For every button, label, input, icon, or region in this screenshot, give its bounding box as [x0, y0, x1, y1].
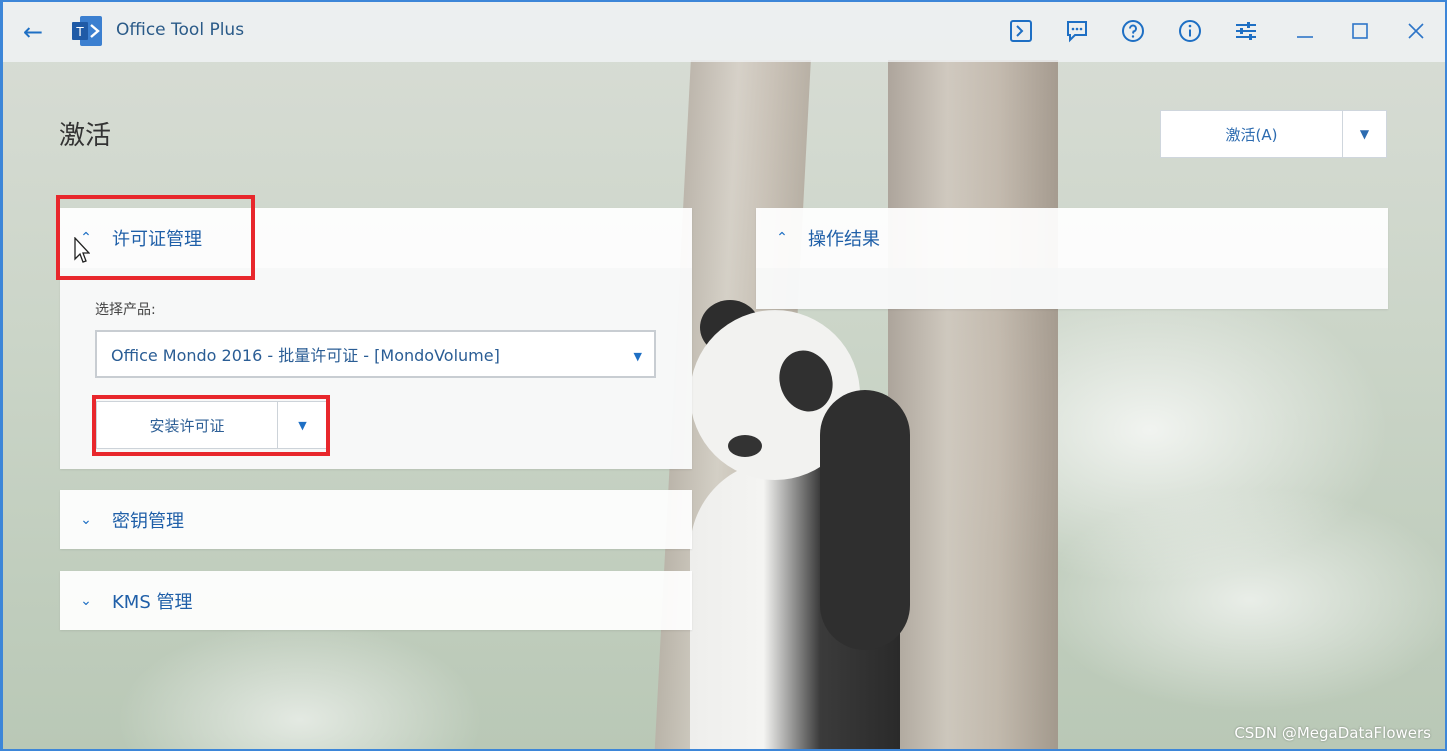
chevron-down-icon: ⌄ [80, 592, 92, 609]
license-management-panel: ⌃ 许可证管理 选择产品: Office Mondo 2016 - 批量许可证 … [60, 208, 692, 469]
product-select-value: Office Mondo 2016 - 批量许可证 - [MondoVolume… [111, 346, 500, 365]
operation-result-panel: ⌃ 操作结果 [756, 208, 1388, 309]
title-bar: ← T Office Tool Plus [0, 0, 1447, 62]
kms-panel-title: KMS 管理 [112, 591, 193, 613]
product-select[interactable]: Office Mondo 2016 - 批量许可证 - [MondoVolume… [95, 330, 656, 378]
app-logo-icon: T [72, 16, 104, 46]
info-icon[interactable] [1177, 18, 1203, 44]
panda-figure [690, 300, 920, 751]
kms-management-panel[interactable]: ⌄ KMS 管理 [60, 571, 692, 630]
chevron-down-icon: ⌄ [80, 511, 92, 528]
kms-panel-header[interactable]: ⌄ KMS 管理 [60, 571, 692, 630]
chevron-up-icon: ⌃ [776, 230, 788, 246]
result-panel-title: 操作结果 [808, 229, 880, 250]
activate-split-button: 激活(A) ▼ [1160, 110, 1387, 158]
license-panel-header[interactable]: ⌃ 许可证管理 [60, 208, 692, 268]
chevron-down-icon: ▼ [633, 350, 642, 363]
back-arrow-icon[interactable]: ← [20, 19, 46, 45]
watermark: CSDN @MegaDataFlowers [1234, 724, 1431, 742]
minimize-icon[interactable] [1290, 16, 1320, 46]
help-icon[interactable] [1120, 18, 1146, 44]
feedback-icon[interactable] [1064, 18, 1090, 44]
maximize-icon[interactable] [1345, 16, 1375, 46]
key-panel-header[interactable]: ⌄ 密钥管理 [60, 490, 692, 549]
license-panel-title: 许可证管理 [112, 229, 202, 250]
result-panel-header[interactable]: ⌃ 操作结果 [756, 208, 1388, 268]
svg-text:T: T [75, 25, 84, 39]
terminal-icon[interactable] [1008, 18, 1034, 44]
page-title: 激活 [59, 121, 112, 151]
key-management-panel[interactable]: ⌄ 密钥管理 [60, 490, 692, 549]
mouse-cursor-icon [74, 236, 91, 265]
activate-dropdown-icon[interactable]: ▼ [1343, 111, 1386, 157]
install-license-button[interactable]: 安装许可证 [97, 402, 278, 448]
key-panel-title: 密钥管理 [112, 510, 184, 532]
settings-icon[interactable] [1233, 18, 1259, 44]
app-title: Office Tool Plus [116, 20, 245, 40]
install-license-split-button: 安装许可证 ▼ [96, 401, 328, 449]
result-panel-body [756, 268, 1388, 309]
close-icon[interactable] [1401, 16, 1431, 46]
activate-button[interactable]: 激活(A) [1161, 111, 1343, 157]
license-panel-body: 选择产品: Office Mondo 2016 - 批量许可证 - [Mondo… [60, 268, 692, 469]
select-product-label: 选择产品: [95, 302, 156, 318]
install-license-dropdown-icon[interactable]: ▼ [278, 402, 327, 448]
